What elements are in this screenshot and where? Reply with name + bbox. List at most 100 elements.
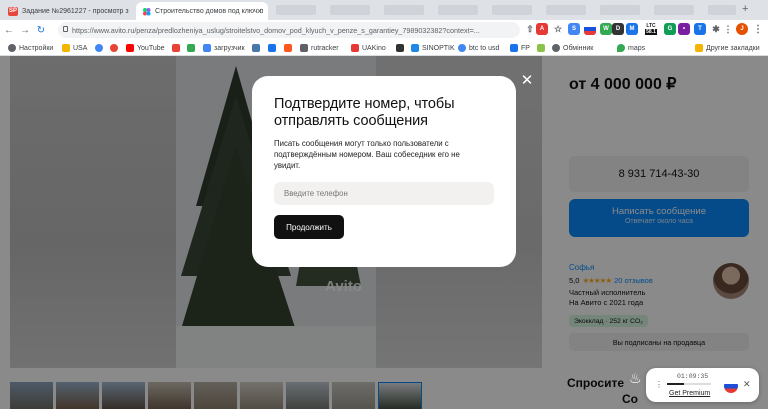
folder-icon	[62, 44, 70, 52]
translate-ext-icon[interactable]: T	[694, 23, 706, 35]
gmail-icon	[172, 44, 180, 52]
navigation-bar: ← → ↻ https://www.avito.ru/penza/predloz…	[0, 20, 768, 40]
tab-blurred[interactable]	[492, 5, 532, 15]
uakino-icon	[351, 44, 359, 52]
lock-icon	[63, 26, 68, 32]
drive-icon	[187, 44, 195, 52]
bookmark-btc[interactable]: btc to usd	[458, 42, 499, 54]
bookmark-exchanger[interactable]: Обмінник	[552, 42, 593, 54]
ltc-ext-icon[interactable]: LTC 58.1	[642, 21, 660, 37]
bookmark-drive[interactable]	[187, 42, 198, 54]
forward-icon[interactable]: →	[18, 23, 32, 37]
bookmark-usa[interactable]: USA	[62, 42, 87, 54]
tab-avito[interactable]: Строительство домов под ключ п ✕	[136, 2, 268, 20]
tab-blurred[interactable]	[384, 5, 424, 15]
tab-blurred[interactable]	[438, 5, 478, 15]
phone-input[interactable]	[274, 182, 494, 205]
modal-description: Писать сообщения могут только пользовате…	[274, 139, 460, 170]
bookmark-settings[interactable]: Настройки	[8, 42, 53, 54]
modal-title: Подтвердите номер, чтобы отправлять сооб…	[274, 96, 455, 129]
avito-favicon-icon	[142, 6, 151, 16]
gear-icon	[8, 44, 16, 52]
google-icon	[95, 44, 103, 52]
bookmarks-bar: Настройки USA YouTube загрузчик rutracke…	[0, 40, 768, 56]
star-icon[interactable]: ☆	[552, 23, 564, 35]
bookmark-fp[interactable]: FP	[510, 42, 530, 54]
get-premium-link[interactable]: Get Premium	[669, 390, 710, 397]
bookmark-facebook[interactable]	[268, 42, 279, 54]
tab-blurred[interactable]	[546, 5, 586, 15]
bookmark-uakino[interactable]: UAKino	[351, 42, 386, 54]
vpn-timer: 01:09:35	[677, 373, 709, 380]
reload-icon[interactable]: ↻	[34, 23, 48, 37]
chat-ext-icon[interactable]: W	[600, 23, 612, 35]
widget-close-icon[interactable]: ✕	[743, 379, 751, 390]
address-bar[interactable]: https://www.avito.ru/penza/predlozheniya…	[58, 22, 520, 38]
bookmark-other[interactable]: Другие закладки	[695, 42, 760, 54]
back-icon[interactable]: ←	[2, 23, 16, 37]
puzzle-icon[interactable]: ✱	[710, 23, 722, 35]
bookmark-yandex[interactable]	[110, 42, 121, 54]
url-text: https://www.avito.ru/penza/predlozheniya…	[72, 25, 480, 35]
fire-icon: ♨	[629, 370, 642, 386]
tab-blurred[interactable]	[654, 5, 694, 15]
vpn-progress-bar	[667, 383, 711, 385]
green-site-icon	[537, 44, 545, 52]
bookmark-youtube[interactable]: YouTube	[126, 42, 165, 54]
ltc-value: 58.1	[645, 29, 657, 35]
continue-button[interactable]: Продолжить	[274, 215, 344, 239]
bookmark-google[interactable]	[95, 42, 106, 54]
bookmark-sinoptik[interactable]: SINOPTIK	[411, 42, 455, 54]
bookmark-rutracker[interactable]: rutracker	[300, 42, 339, 54]
bookmark-green[interactable]	[537, 42, 548, 54]
f-icon	[284, 44, 292, 52]
tab-blurred[interactable]	[600, 5, 640, 15]
bookmark-maps[interactable]: maps	[617, 42, 645, 54]
green-ext-icon[interactable]: G	[664, 23, 676, 35]
bookmark-vk[interactable]	[252, 42, 263, 54]
exchange-icon	[552, 44, 560, 52]
vpn-progress-fill	[667, 383, 684, 385]
youtube-icon	[126, 44, 134, 52]
new-tab-icon[interactable]: +	[742, 3, 748, 15]
close-icon[interactable]: ✕	[520, 73, 534, 88]
page-icon	[396, 44, 404, 52]
mail-ext-icon[interactable]: M	[626, 23, 638, 35]
phone-verification-modal: Подтвердите номер, чтобы отправлять сооб…	[252, 76, 516, 267]
download-icon	[203, 44, 211, 52]
tab-task[interactable]: SP Задание №2961227 - просмотр з	[2, 2, 134, 20]
weather-icon	[411, 44, 419, 52]
vk-icon	[252, 44, 260, 52]
tab-close-icon[interactable]: ✕	[256, 7, 263, 16]
tab-blurred[interactable]	[330, 5, 370, 15]
menu-icon[interactable]: ⋮	[752, 23, 764, 35]
tab-title: Строительство домов под ключ п	[155, 7, 264, 15]
fp-icon	[510, 44, 518, 52]
tab-bar: SP Задание №2961227 - просмотр з Строите…	[0, 0, 768, 20]
more-icon[interactable]: ⋮	[655, 380, 663, 389]
vpn-widget: ⋮ 01:09:35 Get Premium ✕	[646, 368, 759, 402]
avito-ext-icon[interactable]: A	[536, 23, 548, 35]
shield-ext-icon[interactable]: S	[568, 23, 580, 35]
folder-icon	[695, 44, 703, 52]
flag-ru-icon[interactable]	[584, 23, 596, 35]
bookmark-page[interactable]	[396, 42, 407, 54]
maps-icon	[617, 44, 625, 52]
yandex-icon	[110, 44, 118, 52]
bookmark-f[interactable]	[284, 42, 295, 54]
bell-ext-icon[interactable]: •	[678, 23, 690, 35]
google-icon	[458, 44, 466, 52]
tab-blurred[interactable]	[708, 5, 736, 15]
tab-blurred[interactable]	[276, 5, 316, 15]
extension-icon[interactable]: ⋮	[722, 23, 734, 35]
rutracker-icon	[300, 44, 308, 52]
sp-favicon-icon: SP	[8, 6, 19, 16]
flag-ru-icon[interactable]	[724, 379, 738, 393]
dark-ext-icon[interactable]: D	[612, 23, 624, 35]
share-icon[interactable]: ⇧	[524, 23, 536, 35]
facebook-icon	[268, 44, 276, 52]
tab-title: Задание №2961227 - просмотр з	[22, 7, 129, 15]
profile-avatar-icon[interactable]: J	[736, 23, 748, 35]
bookmark-loader[interactable]: загрузчик	[203, 42, 245, 54]
bookmark-gmail[interactable]	[172, 42, 183, 54]
